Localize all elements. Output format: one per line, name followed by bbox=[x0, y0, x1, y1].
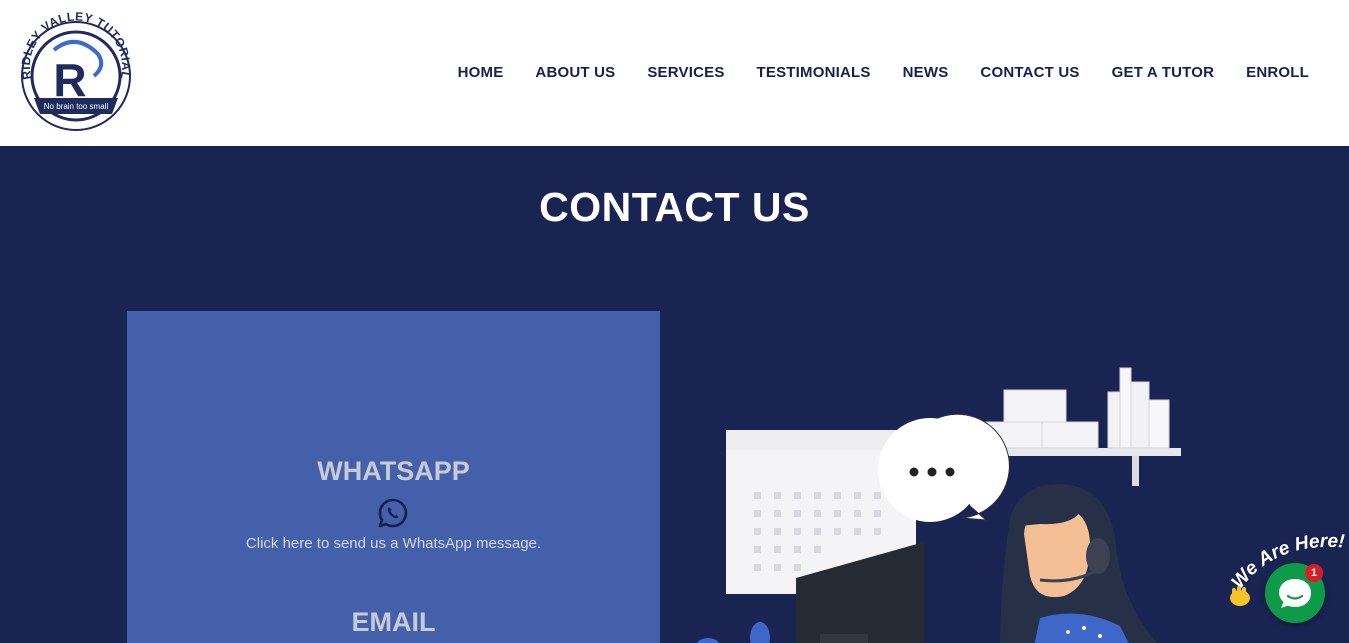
whatsapp-icon[interactable] bbox=[377, 497, 409, 529]
page-title: CONTACT US bbox=[539, 184, 810, 230]
nav-contact-us[interactable]: CONTACT US bbox=[980, 64, 1079, 81]
main-nav: HOME ABOUT US SERVICES TESTIMONIALS NEWS… bbox=[426, 64, 1309, 81]
contact-section: CONTACT US WHATSAPP Click here to send u… bbox=[0, 146, 1349, 643]
nav-about-us[interactable]: ABOUT US bbox=[535, 64, 615, 81]
whatsapp-heading: WHATSAPP bbox=[317, 456, 470, 486]
nav-get-a-tutor[interactable]: GET A TUTOR bbox=[1112, 64, 1214, 81]
nav-news[interactable]: NEWS bbox=[903, 64, 949, 81]
nav-testimonials[interactable]: TESTIMONIALS bbox=[757, 64, 871, 81]
email-heading: EMAIL bbox=[351, 607, 436, 637]
unread-badge: 1 bbox=[1305, 564, 1323, 582]
whatsapp-link[interactable]: Click here to send us a WhatsApp message… bbox=[127, 535, 660, 552]
svg-text:No brain too small: No brain too small bbox=[44, 102, 109, 111]
support-agent-illustration bbox=[696, 367, 1181, 643]
nav-enroll[interactable]: ENROLL bbox=[1246, 64, 1309, 81]
contact-card: WHATSAPP Click here to send us a WhatsAp… bbox=[127, 311, 660, 643]
ridley-valley-logo[interactable]: RIDLEY VALLEY TUTORIAL R No brain too sm… bbox=[14, 10, 138, 134]
site-header: RIDLEY VALLEY TUTORIAL R No brain too sm… bbox=[0, 0, 1349, 146]
nav-home[interactable]: HOME bbox=[458, 64, 504, 81]
waving-hand-icon bbox=[1230, 586, 1250, 606]
nav-services[interactable]: SERVICES bbox=[647, 64, 724, 81]
